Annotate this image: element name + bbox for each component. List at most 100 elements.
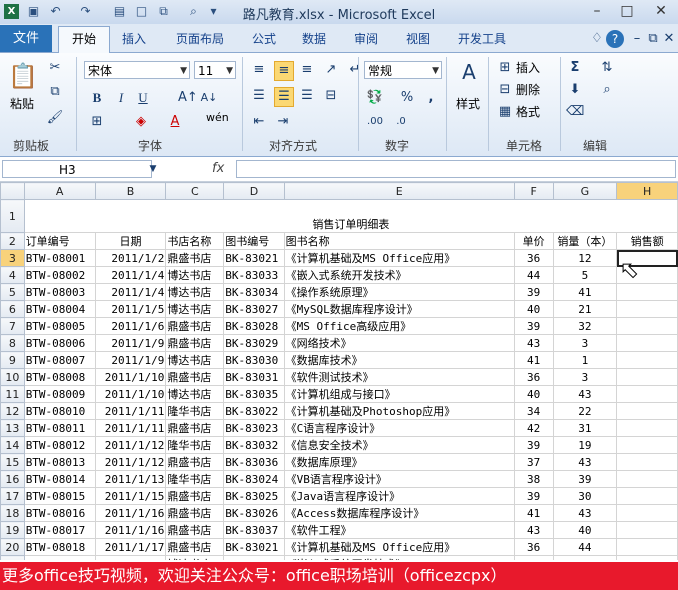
align-center-icon[interactable]: ☰ [274,87,294,107]
column-header[interactable]: G [552,182,618,200]
table-cell[interactable] [616,368,678,386]
row-header[interactable]: 18 [0,504,25,522]
table-cell[interactable]: BTW-08002 [23,266,96,284]
table-cell[interactable]: 《软件工程》 [283,521,515,539]
table-cell[interactable]: 鼎盛书店 [165,504,225,522]
table-cell[interactable]: 1 [552,351,618,369]
table-cell[interactable]: 《嵌入式系统开发技术》 [283,266,515,284]
percent-button[interactable]: % [398,89,416,107]
tab-insert[interactable]: 插入 [122,30,146,47]
table-cell[interactable]: BTW-08001 [23,249,96,267]
table-cell[interactable]: 43 [513,334,554,352]
row-header[interactable]: 8 [0,334,25,352]
row-header[interactable]: 5 [0,283,25,301]
table-cell[interactable]: 39 [513,317,554,335]
table-cell[interactable]: BK-83028 [223,317,285,335]
table-cell[interactable]: 《Access数据库程序设计》 [283,504,515,522]
table-cell[interactable] [616,470,678,488]
table-cell[interactable]: 《MySQL数据库程序设计》 [283,300,515,318]
increase-decimal-icon[interactable]: .00 [366,113,384,131]
table-cell[interactable]: BTW-08018 [23,538,96,556]
table-cell[interactable]: 36 [513,538,554,556]
sort-filter-icon[interactable]: ⇅ [598,59,616,77]
table-cell[interactable]: 博达书店 [165,555,225,560]
styles-icon[interactable]: A [458,59,480,85]
table-cell[interactable]: 41 [513,504,554,522]
table-cell[interactable]: 鼎盛书店 [165,419,225,437]
doc-close-icon[interactable]: ✕ [660,30,678,48]
table-cell[interactable]: 《计算机基础及Photoshop应用》 [283,402,515,420]
insert-cells-button[interactable]: 插入 [516,59,540,76]
column-header[interactable]: D [223,182,285,200]
copy-button-icon[interactable]: ⧉ [46,83,64,101]
table-cell[interactable]: 2011/1/6 [94,317,167,335]
row-header[interactable]: 12 [0,402,25,420]
table-cell[interactable] [616,555,678,560]
row-header[interactable]: 14 [0,436,25,454]
column-header[interactable]: B [94,182,167,200]
table-cell[interactable]: BK-83036 [223,453,285,471]
decrease-decimal-icon[interactable]: .0 [392,113,410,131]
table-cell[interactable] [616,334,678,352]
fill-color-icon[interactable]: ◈ [132,113,150,131]
table-cell[interactable]: BK-83021 [223,249,285,267]
table-cell[interactable]: 《计算机组成与接口》 [283,385,515,403]
table-cell[interactable]: 41 [552,283,618,301]
row-header[interactable]: 10 [0,368,25,386]
table-cell[interactable]: BTW-08003 [23,283,96,301]
table-cell[interactable] [616,436,678,454]
row-header[interactable]: 20 [0,538,25,556]
table-cell[interactable]: 《软件测试技术》 [283,368,515,386]
table-cell[interactable]: 2011/1/5 [94,300,167,318]
shrink-font-icon[interactable]: A↓ [200,89,218,107]
cut-icon[interactable]: ✂ [46,59,64,77]
table-cell[interactable]: 44 [513,555,554,560]
row-header[interactable]: 1 [0,199,25,233]
table-cell[interactable]: 34 [513,402,554,420]
table-cell[interactable]: 博达书店 [165,283,225,301]
table-cell[interactable]: 隆华书店 [165,436,225,454]
table-cell[interactable]: 39 [513,487,554,505]
delete-cells-button[interactable]: 删除 [516,81,540,98]
table-cell[interactable]: BK-83029 [223,334,285,352]
paste-icon[interactable]: 📋 [8,61,38,91]
row-header[interactable]: 2 [0,232,25,250]
column-header[interactable]: C [165,182,225,200]
table-cell[interactable]: 《网络技术》 [283,334,515,352]
table-cell[interactable]: 39 [513,283,554,301]
table-cell[interactable]: 2011/1/4 [94,266,167,284]
table-cell[interactable]: 12 [552,249,618,267]
table-cell[interactable]: 42 [513,419,554,437]
table-cell[interactable]: 《VB语言程序设计》 [283,470,515,488]
table-cell[interactable]: 《C语言程序设计》 [283,419,515,437]
table-cell[interactable]: BK-83022 [223,402,285,420]
tab-data[interactable]: 数据 [302,30,326,47]
table-cell[interactable]: 《数据库技术》 [283,351,515,369]
table-cell[interactable]: 2011/1/15 [94,487,167,505]
table-cell[interactable]: 2011/1/10 [94,368,167,386]
table-cell[interactable]: 《数据库原理》 [283,453,515,471]
currency-icon[interactable]: 💱 [366,89,384,107]
underline-button[interactable]: U [134,89,152,107]
select-all-corner[interactable] [0,182,25,200]
column-header[interactable]: A [23,182,96,200]
paste-button[interactable]: 粘贴 [10,95,34,112]
header-cell[interactable]: 图书名称 [283,232,515,250]
orientation-icon[interactable]: ↗ [322,61,340,79]
sheet-title[interactable]: 销售订单明细表 [23,199,678,233]
table-cell[interactable]: 2011/1/16 [94,504,167,522]
tab-review[interactable]: 审阅 [354,30,378,47]
table-cell[interactable]: BK-83030 [223,351,285,369]
table-cell[interactable]: BK-83031 [223,368,285,386]
row-header[interactable]: 3 [0,249,25,267]
column-header[interactable]: H [616,182,678,200]
table-cell[interactable]: 博达书店 [165,300,225,318]
bold-button[interactable]: B [88,89,106,107]
table-cell[interactable]: 《计算机基础及MS Office应用》 [283,249,515,267]
table-cell[interactable]: 2011/1/16 [94,521,167,539]
table-cell[interactable]: BTW-08009 [23,385,96,403]
table-cell[interactable]: BTW-08017 [23,521,96,539]
table-cell[interactable]: 鼎盛书店 [165,487,225,505]
tab-formulas[interactable]: 公式 [252,30,276,47]
table-cell[interactable]: BK-83034 [223,283,285,301]
